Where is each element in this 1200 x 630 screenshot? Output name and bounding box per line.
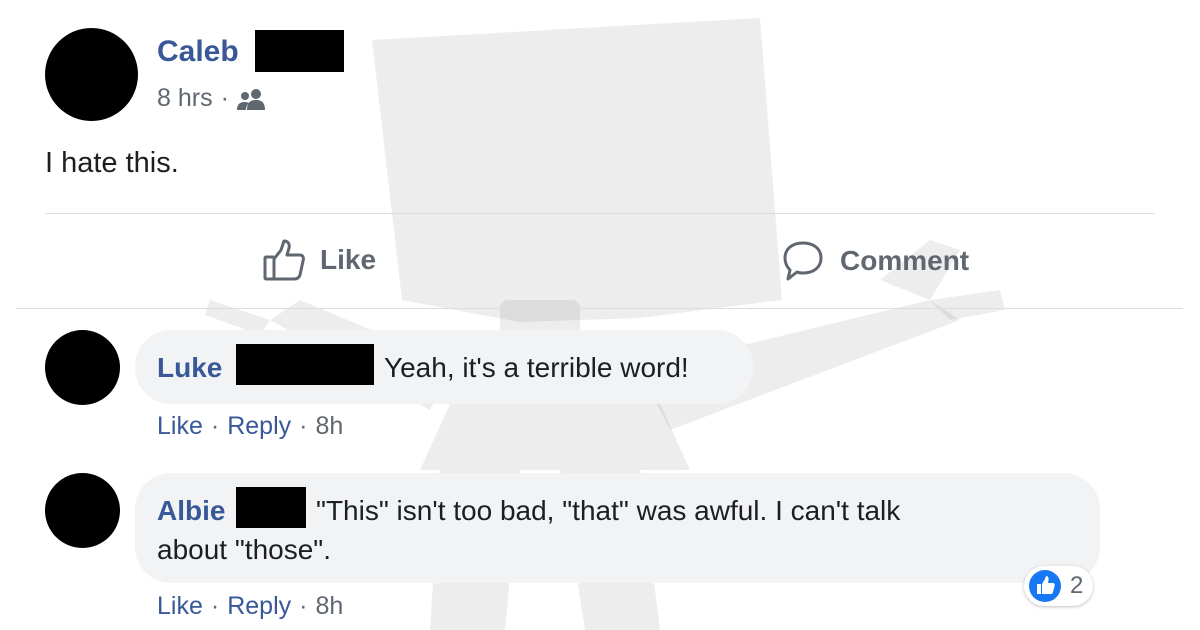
comment-like-link[interactable]: Like <box>157 412 203 441</box>
comment-avatar[interactable] <box>45 330 120 405</box>
comment-time[interactable]: 8h <box>315 592 343 621</box>
comment-like-link[interactable]: Like <box>157 592 203 621</box>
separator: · <box>210 412 220 440</box>
post-author-avatar[interactable] <box>45 28 138 121</box>
post-author-redaction <box>255 30 344 72</box>
reaction-summary[interactable]: 2 <box>1024 566 1094 606</box>
like-label: Like <box>320 244 377 275</box>
like-button[interactable]: Like <box>262 238 376 282</box>
post-time[interactable]: 8 hrs <box>157 84 213 113</box>
comment-reply-link[interactable]: Reply <box>227 592 291 621</box>
comment-author-redaction <box>236 344 374 385</box>
reaction-count: 2 <box>1070 572 1084 599</box>
thumbs-up-icon <box>262 238 306 282</box>
comment-author[interactable]: Luke <box>157 352 222 384</box>
separator: · <box>210 592 220 620</box>
comment-button[interactable]: Comment <box>782 240 969 282</box>
comment-author-redaction <box>236 487 306 528</box>
friends-icon[interactable] <box>236 88 267 110</box>
separator: · <box>299 592 308 620</box>
post-author-name[interactable]: Caleb <box>157 35 239 69</box>
comment-author[interactable]: Albie <box>157 495 225 527</box>
comment-text: Yeah, it's a terrible word! <box>384 352 689 383</box>
separator: · <box>299 412 308 440</box>
comment-actions: Like · Reply · 8h <box>157 412 343 441</box>
comment-actions: Like · Reply · 8h <box>157 592 343 621</box>
post-divider <box>45 213 1155 214</box>
comment-time[interactable]: 8h <box>315 412 343 441</box>
comment-reply-link[interactable]: Reply <box>227 412 291 441</box>
meta-separator: · <box>220 84 229 112</box>
post-meta: 8 hrs · <box>157 84 267 113</box>
comment-label: Comment <box>840 245 970 276</box>
post-text: I hate this. <box>45 147 179 179</box>
comment-text-line-2: about "those". <box>157 534 332 565</box>
comment-text-line-1: "This" isn't too bad, "that" was awful. … <box>316 495 901 526</box>
like-reaction-icon <box>1028 569 1062 603</box>
actions-divider <box>16 308 1183 309</box>
comment-avatar[interactable] <box>45 473 120 548</box>
speech-bubble-icon <box>782 240 824 282</box>
